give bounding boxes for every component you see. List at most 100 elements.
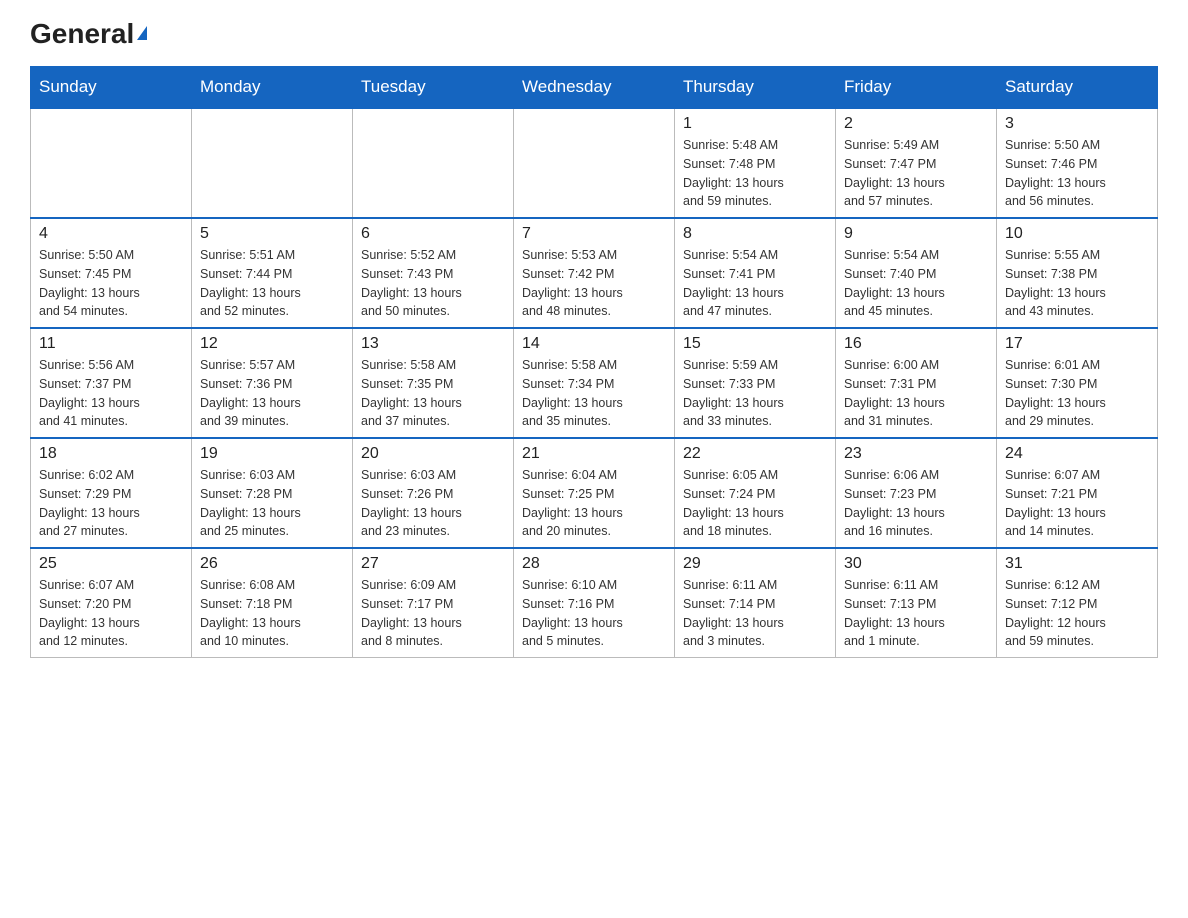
calendar-cell: 6 Sunrise: 5:52 AMSunset: 7:43 PMDaylight… xyxy=(353,218,514,328)
calendar-cell: 12 Sunrise: 5:57 AMSunset: 7:36 PMDayligh… xyxy=(192,328,353,438)
day-number: 1 xyxy=(683,115,827,133)
calendar-cell: 17 Sunrise: 6:01 AMSunset: 7:30 PMDayligh… xyxy=(997,328,1158,438)
day-number: 3 xyxy=(1005,115,1149,133)
day-number: 8 xyxy=(683,225,827,243)
calendar-week-row: 18 Sunrise: 6:02 AMSunset: 7:29 PMDayligh… xyxy=(31,438,1158,548)
day-number: 30 xyxy=(844,555,988,573)
day-info: Sunrise: 6:03 AMSunset: 7:28 PMDaylight:… xyxy=(200,466,344,541)
calendar-cell: 20 Sunrise: 6:03 AMSunset: 7:26 PMDayligh… xyxy=(353,438,514,548)
day-number: 24 xyxy=(1005,445,1149,463)
day-of-week-header: Tuesday xyxy=(353,67,514,109)
day-number: 20 xyxy=(361,445,505,463)
day-number: 13 xyxy=(361,335,505,353)
calendar-cell: 5Sunrise: 5:51 AMSunset: 7:44 PMDaylight… xyxy=(192,218,353,328)
day-of-week-header: Wednesday xyxy=(514,67,675,109)
calendar-body: 1 Sunrise: 5:48 AMSunset: 7:48 PMDaylight… xyxy=(31,108,1158,658)
day-number: 29 xyxy=(683,555,827,573)
day-info: Sunrise: 6:07 AMSunset: 7:20 PMDaylight:… xyxy=(39,576,183,651)
calendar-cell: 1 Sunrise: 5:48 AMSunset: 7:48 PMDaylight… xyxy=(675,108,836,218)
day-info: Sunrise: 6:11 AMSunset: 7:13 PMDaylight:… xyxy=(844,576,988,651)
day-number: 27 xyxy=(361,555,505,573)
calendar-cell: 24 Sunrise: 6:07 AMSunset: 7:21 PMDayligh… xyxy=(997,438,1158,548)
calendar-week-row: 11Sunrise: 5:56 AMSunset: 7:37 PMDayligh… xyxy=(31,328,1158,438)
day-info: Sunrise: 5:57 AMSunset: 7:36 PMDaylight:… xyxy=(200,356,344,431)
calendar-week-row: 1 Sunrise: 5:48 AMSunset: 7:48 PMDaylight… xyxy=(31,108,1158,218)
calendar-table: SundayMondayTuesdayWednesdayThursdayFrid… xyxy=(30,66,1158,658)
day-number: 2 xyxy=(844,115,988,133)
day-info: Sunrise: 5:49 AMSunset: 7:47 PMDaylight:… xyxy=(844,136,988,211)
calendar-cell: 2 Sunrise: 5:49 AMSunset: 7:47 PMDaylight… xyxy=(836,108,997,218)
calendar-week-row: 25Sunrise: 6:07 AMSunset: 7:20 PMDayligh… xyxy=(31,548,1158,658)
page-header: General xyxy=(30,20,1158,48)
day-info: Sunrise: 6:10 AMSunset: 7:16 PMDaylight:… xyxy=(522,576,666,651)
day-number: 28 xyxy=(522,555,666,573)
day-number: 31 xyxy=(1005,555,1149,573)
logo: General xyxy=(30,20,147,48)
calendar-cell xyxy=(192,108,353,218)
day-number: 26 xyxy=(200,555,344,573)
calendar-cell xyxy=(353,108,514,218)
calendar-cell: 14Sunrise: 5:58 AMSunset: 7:34 PMDayligh… xyxy=(514,328,675,438)
calendar-cell xyxy=(31,108,192,218)
day-info: Sunrise: 5:53 AMSunset: 7:42 PMDaylight:… xyxy=(522,246,666,321)
calendar-cell: 19 Sunrise: 6:03 AMSunset: 7:28 PMDayligh… xyxy=(192,438,353,548)
day-info: Sunrise: 6:03 AMSunset: 7:26 PMDaylight:… xyxy=(361,466,505,541)
calendar-cell: 27 Sunrise: 6:09 AMSunset: 7:17 PMDayligh… xyxy=(353,548,514,658)
day-of-week-header: Thursday xyxy=(675,67,836,109)
calendar-cell: 4Sunrise: 5:50 AMSunset: 7:45 PMDaylight… xyxy=(31,218,192,328)
day-info: Sunrise: 6:01 AMSunset: 7:30 PMDaylight:… xyxy=(1005,356,1149,431)
day-info: Sunrise: 5:58 AMSunset: 7:35 PMDaylight:… xyxy=(361,356,505,431)
calendar-week-row: 4Sunrise: 5:50 AMSunset: 7:45 PMDaylight… xyxy=(31,218,1158,328)
day-number: 12 xyxy=(200,335,344,353)
day-number: 4 xyxy=(39,225,183,243)
calendar-cell: 3 Sunrise: 5:50 AMSunset: 7:46 PMDaylight… xyxy=(997,108,1158,218)
calendar-cell xyxy=(514,108,675,218)
day-info: Sunrise: 6:04 AMSunset: 7:25 PMDaylight:… xyxy=(522,466,666,541)
day-info: Sunrise: 6:11 AMSunset: 7:14 PMDaylight:… xyxy=(683,576,827,651)
calendar-cell: 7 Sunrise: 5:53 AMSunset: 7:42 PMDaylight… xyxy=(514,218,675,328)
day-info: Sunrise: 6:12 AMSunset: 7:12 PMDaylight:… xyxy=(1005,576,1149,651)
day-info: Sunrise: 5:50 AMSunset: 7:46 PMDaylight:… xyxy=(1005,136,1149,211)
calendar-cell: 21 Sunrise: 6:04 AMSunset: 7:25 PMDayligh… xyxy=(514,438,675,548)
day-info: Sunrise: 5:52 AMSunset: 7:43 PMDaylight:… xyxy=(361,246,505,321)
day-info: Sunrise: 6:09 AMSunset: 7:17 PMDaylight:… xyxy=(361,576,505,651)
day-number: 17 xyxy=(1005,335,1149,353)
day-info: Sunrise: 5:58 AMSunset: 7:34 PMDaylight:… xyxy=(522,356,666,431)
day-of-week-header: Friday xyxy=(836,67,997,109)
calendar-cell: 15 Sunrise: 5:59 AMSunset: 7:33 PMDayligh… xyxy=(675,328,836,438)
day-info: Sunrise: 6:07 AMSunset: 7:21 PMDaylight:… xyxy=(1005,466,1149,541)
day-info: Sunrise: 5:48 AMSunset: 7:48 PMDaylight:… xyxy=(683,136,827,211)
calendar-cell: 18 Sunrise: 6:02 AMSunset: 7:29 PMDayligh… xyxy=(31,438,192,548)
day-number: 18 xyxy=(39,445,183,463)
calendar-cell: 16 Sunrise: 6:00 AMSunset: 7:31 PMDayligh… xyxy=(836,328,997,438)
day-of-week-header: Saturday xyxy=(997,67,1158,109)
day-number: 19 xyxy=(200,445,344,463)
day-number: 15 xyxy=(683,335,827,353)
day-of-week-header: Sunday xyxy=(31,67,192,109)
day-number: 16 xyxy=(844,335,988,353)
calendar-cell: 28 Sunrise: 6:10 AMSunset: 7:16 PMDayligh… xyxy=(514,548,675,658)
calendar-cell: 26 Sunrise: 6:08 AMSunset: 7:18 PMDayligh… xyxy=(192,548,353,658)
day-info: Sunrise: 6:00 AMSunset: 7:31 PMDaylight:… xyxy=(844,356,988,431)
calendar-cell: 31 Sunrise: 6:12 AMSunset: 7:12 PMDayligh… xyxy=(997,548,1158,658)
calendar-cell: 23Sunrise: 6:06 AMSunset: 7:23 PMDayligh… xyxy=(836,438,997,548)
day-number: 6 xyxy=(361,225,505,243)
day-number: 21 xyxy=(522,445,666,463)
calendar-cell: 9 Sunrise: 5:54 AMSunset: 7:40 PMDaylight… xyxy=(836,218,997,328)
day-info: Sunrise: 5:54 AMSunset: 7:41 PMDaylight:… xyxy=(683,246,827,321)
logo-general-row: General xyxy=(30,20,147,48)
day-info: Sunrise: 6:05 AMSunset: 7:24 PMDaylight:… xyxy=(683,466,827,541)
day-number: 7 xyxy=(522,225,666,243)
day-info: Sunrise: 5:51 AMSunset: 7:44 PMDaylight:… xyxy=(200,246,344,321)
day-number: 9 xyxy=(844,225,988,243)
day-info: Sunrise: 5:54 AMSunset: 7:40 PMDaylight:… xyxy=(844,246,988,321)
day-info: Sunrise: 6:02 AMSunset: 7:29 PMDaylight:… xyxy=(39,466,183,541)
day-info: Sunrise: 6:08 AMSunset: 7:18 PMDaylight:… xyxy=(200,576,344,651)
day-info: Sunrise: 5:59 AMSunset: 7:33 PMDaylight:… xyxy=(683,356,827,431)
calendar-cell: 11Sunrise: 5:56 AMSunset: 7:37 PMDayligh… xyxy=(31,328,192,438)
day-of-week-header: Monday xyxy=(192,67,353,109)
day-number: 22 xyxy=(683,445,827,463)
logo-general-text: General xyxy=(30,18,147,49)
calendar-cell: 10Sunrise: 5:55 AMSunset: 7:38 PMDayligh… xyxy=(997,218,1158,328)
calendar-cell: 22 Sunrise: 6:05 AMSunset: 7:24 PMDayligh… xyxy=(675,438,836,548)
